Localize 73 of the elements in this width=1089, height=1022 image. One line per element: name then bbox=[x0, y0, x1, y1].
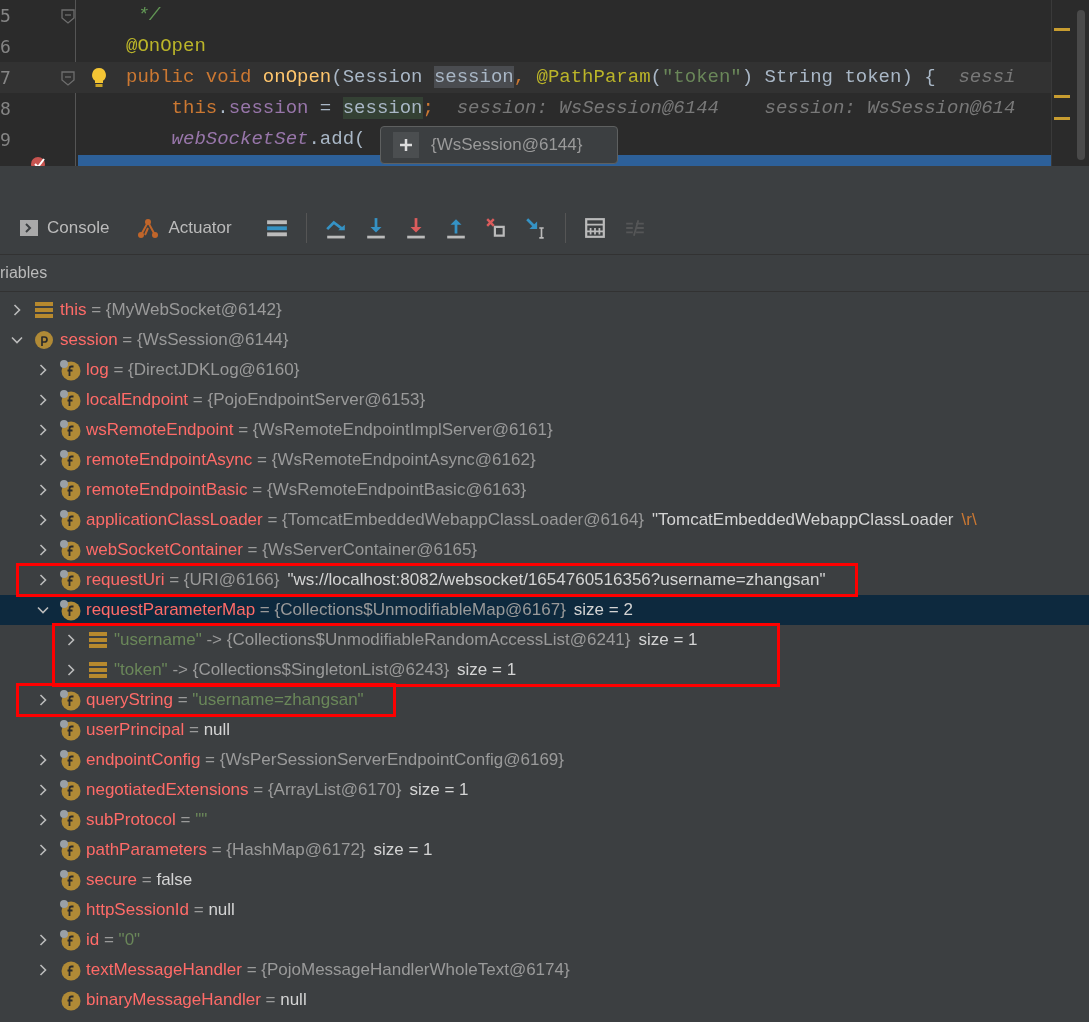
variable-entry: remoteEndpointAsync = {WsRemoteEndpointAsync@6162} bbox=[86, 449, 536, 472]
chevron-icon[interactable] bbox=[37, 364, 49, 376]
variable-entry: httpSessionId = null bbox=[86, 899, 235, 922]
lightbulb-icon[interactable] bbox=[90, 67, 108, 89]
variable-entry: applicationClassLoader = {TomcatEmbeddedWebappClassLoader@6164} "TomcatEmbeddedWebappClassLoader \r\ bbox=[86, 509, 977, 532]
variable-entry: "token" -> {Collections$SingletonList@6243} size = 1 bbox=[114, 659, 517, 682]
variable-entry: subProtocol = "" bbox=[86, 809, 208, 832]
line-number: 5 bbox=[0, 4, 11, 28]
panel-tab[interactable]: Console bbox=[18, 210, 112, 246]
chevron-icon[interactable] bbox=[37, 394, 49, 406]
fold-marker-icon[interactable] bbox=[60, 70, 76, 86]
line-number: 9 bbox=[0, 128, 11, 152]
code-line: public void onOpen(Session session, @PathParam("token") String token) { sessi bbox=[126, 65, 1016, 91]
code-line: @OnOpen bbox=[126, 34, 206, 60]
breakpoint-icon[interactable] bbox=[30, 155, 48, 166]
line-number: 8 bbox=[0, 97, 11, 121]
chevron-icon[interactable] bbox=[37, 754, 49, 766]
variable-entry: requestUri = {URI@6166} "ws://localhost:8082/websocket/1654760516356?username=zhangsan" bbox=[86, 569, 826, 592]
variable-entry: session = {WsSession@6144} bbox=[60, 329, 289, 352]
list-icon bbox=[89, 631, 107, 649]
chevron-icon[interactable] bbox=[65, 634, 77, 646]
chevron-icon[interactable] bbox=[37, 844, 49, 856]
variable-entry: this = {MyWebSocket@6142} bbox=[60, 299, 282, 322]
chevron-icon[interactable] bbox=[37, 784, 49, 796]
fold-marker-icon[interactable] bbox=[60, 8, 76, 24]
chevron-icon[interactable] bbox=[37, 544, 49, 556]
chevron-icon[interactable] bbox=[37, 514, 49, 526]
variable-entry: wsRemoteEndpoint = {WsRemoteEndpointImplServer@6161} bbox=[86, 419, 553, 442]
chevron-icon[interactable] bbox=[37, 814, 49, 826]
variable-entry: endpointConfig = {WsPerSessionServerEndpointConfig@6169} bbox=[86, 749, 564, 772]
code-line: webSocketSet.add( bbox=[170, 127, 366, 153]
line-number: 7 bbox=[0, 66, 11, 90]
variable-entry: webSocketContainer = {WsServerContainer@6165} bbox=[86, 539, 477, 562]
variable-entry: secure = false bbox=[86, 869, 193, 892]
warning-marker[interactable] bbox=[1054, 28, 1070, 31]
code-line: this.session = session; session: WsSession@6144 session: WsSession@614 bbox=[170, 96, 1016, 122]
variable-entry: pathParameters = {HashMap@6172} size = 1 bbox=[86, 839, 433, 862]
variable-entry: negotiatedExtensions = {ArrayList@6170} size = 1 bbox=[86, 779, 469, 802]
variable-entry: binaryMessageHandler = null bbox=[86, 989, 307, 1012]
variable-entry: remoteEndpointBasic = {WsRemoteEndpointBasic@6163} bbox=[86, 479, 527, 502]
chevron-icon[interactable] bbox=[37, 604, 49, 616]
variable-entry: log = {DirectJDKLog@6160} bbox=[86, 359, 300, 382]
variable-entry: textMessageHandler = {PojoMessageHandlerWholeText@6174} bbox=[86, 959, 570, 982]
scrollbar[interactable] bbox=[1077, 10, 1085, 160]
chevron-icon[interactable] bbox=[11, 334, 23, 346]
variable-entry: queryString = "username=zhangsan" bbox=[86, 689, 364, 712]
plus-icon[interactable] bbox=[393, 132, 419, 158]
parameter-icon bbox=[34, 330, 54, 350]
line-number: 6 bbox=[0, 35, 11, 59]
chevron-icon[interactable] bbox=[11, 304, 23, 316]
panel-title: riables bbox=[0, 263, 48, 283]
variable-entry: id = "0" bbox=[86, 929, 141, 952]
chevron-icon[interactable] bbox=[37, 934, 49, 946]
variable-entry: localEndpoint = {PojoEndpointServer@6153} bbox=[86, 389, 426, 412]
chevron-icon[interactable] bbox=[37, 484, 49, 496]
actuator-icon bbox=[137, 217, 160, 239]
chevron-icon[interactable] bbox=[37, 694, 49, 706]
chevron-icon[interactable] bbox=[65, 664, 77, 676]
list-icon bbox=[35, 301, 53, 319]
list-icon bbox=[89, 661, 107, 679]
chevron-icon[interactable] bbox=[37, 454, 49, 466]
console-icon bbox=[20, 220, 38, 236]
chevron-icon[interactable] bbox=[37, 964, 49, 976]
panel-tab[interactable]: Actuator bbox=[135, 210, 234, 246]
chevron-icon[interactable] bbox=[37, 574, 49, 586]
code-line: */ bbox=[136, 3, 161, 29]
warning-marker[interactable] bbox=[1054, 95, 1070, 98]
chevron-icon[interactable] bbox=[37, 424, 49, 436]
variable-entry: "username" -> {Collections$UnmodifiableRandomAccessList@6241} size = 1 bbox=[114, 629, 698, 652]
warning-marker[interactable] bbox=[1054, 117, 1070, 120]
variable-entry: userPrincipal = null bbox=[86, 719, 231, 742]
variable-entry: requestParameterMap = {Collections$UnmodifiableMap@6167} size = 2 bbox=[86, 599, 633, 622]
tooltip-text: {WsSession@6144} bbox=[431, 134, 583, 157]
